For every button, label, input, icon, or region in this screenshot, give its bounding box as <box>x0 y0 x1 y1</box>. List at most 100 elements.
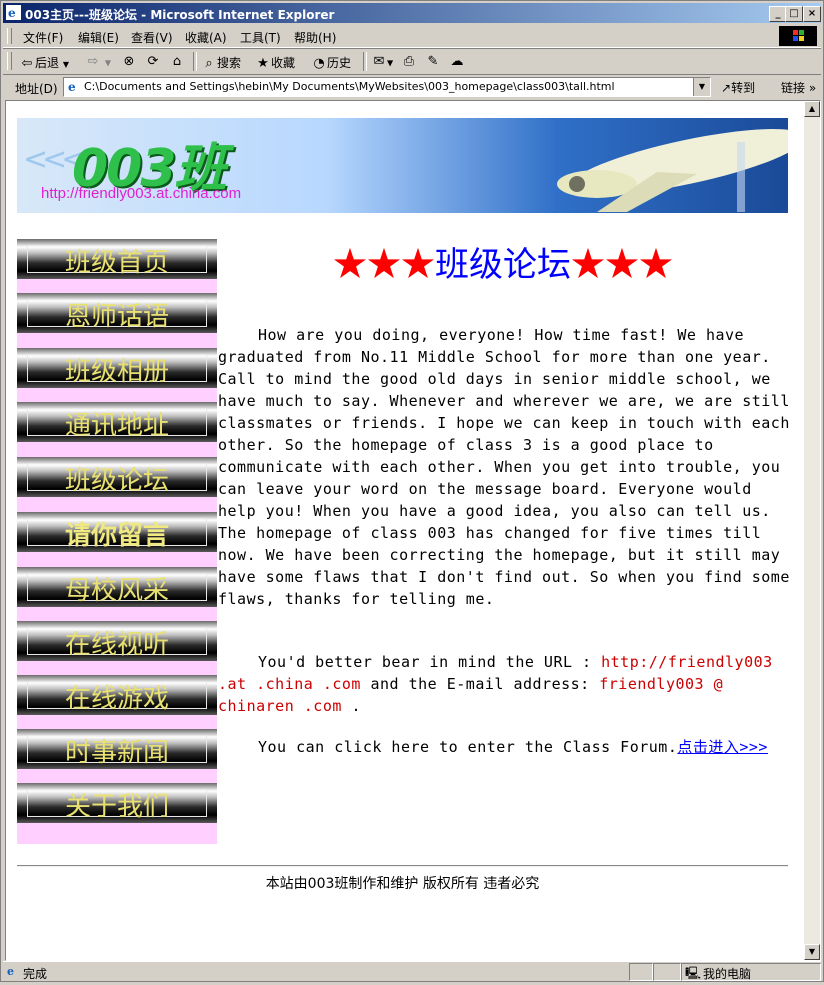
status-bar: e 完成 🖳 我的电脑 <box>3 961 821 982</box>
home-button[interactable]: ⌂ <box>169 54 185 70</box>
svg-text:e: e <box>8 6 16 20</box>
search-label: 搜索 <box>217 56 242 70</box>
stars-left: ★★★ <box>333 245 435 285</box>
discuss-button[interactable]: ☁ <box>449 54 465 70</box>
status-panel <box>629 963 653 981</box>
title-bar: e 003主页---班级论坛 - Microsoft Internet Expl… <box>3 3 821 23</box>
mail-button[interactable]: ✉ ▼ <box>371 54 394 70</box>
chevron-up-icon: ▲ <box>808 104 816 113</box>
chevron-down-icon: ▼ <box>387 58 394 68</box>
enter-forum-link[interactable]: 点击进入>>> <box>677 738 768 756</box>
discuss-icon: ☁ <box>450 54 464 69</box>
scroll-up-button[interactable]: ▲ <box>804 101 820 117</box>
toolbar-separator <box>193 52 197 71</box>
nav-item-home[interactable]: 班级首页 <box>17 239 217 279</box>
footer-divider <box>17 865 788 867</box>
nav-label: 时事新闻 <box>64 738 169 768</box>
chevron-down-icon: ▼ <box>808 947 816 956</box>
nav-item-address-book[interactable]: 通讯地址 <box>17 402 217 442</box>
nav-label: 恩师话语 <box>64 302 169 332</box>
go-label: 转到 <box>731 81 756 95</box>
vertical-scrollbar[interactable]: ▲ ▼ <box>804 101 820 960</box>
edit-button[interactable]: ✎ <box>425 54 441 70</box>
print-icon: ⎙ <box>403 54 415 69</box>
intro-paragraph: How are you doing, everyone! How time fa… <box>218 326 790 608</box>
nav-item-media[interactable]: 在线视听 <box>17 621 217 661</box>
menu-help[interactable]: 帮助(H) <box>294 29 336 46</box>
status-panel <box>653 963 681 981</box>
menu-file[interactable]: 文件(F) <box>23 29 63 46</box>
links-button[interactable]: 链接 » <box>781 79 816 96</box>
refresh-icon: ⟳ <box>147 54 159 69</box>
email-intro-text: and the E-mail address: <box>370 675 590 693</box>
stop-icon: ⊗ <box>123 54 135 69</box>
nav-label: 关于我们 <box>64 792 169 822</box>
nav-item-about[interactable]: 关于我们 <box>17 783 217 823</box>
url-paragraph: You'd better bear in mind the URL : http… <box>218 651 790 717</box>
url-intro-text: You'd better bear in mind the URL : <box>258 653 592 671</box>
nav-label: 请你留言 <box>64 521 169 551</box>
nav-label: 通讯地址 <box>64 411 169 441</box>
menu-bar: 文件(F) 编辑(E) 查看(V) 收藏(A) 工具(T) 帮助(H) <box>3 25 821 48</box>
nav-label: 班级首页 <box>64 248 169 278</box>
page-viewport: <<< 003班 http://friendly003.at.china.com… <box>5 100 821 961</box>
nav-item-album[interactable]: 班级相册 <box>17 348 217 388</box>
menu-edit[interactable]: 编辑(E) <box>78 29 119 46</box>
address-label: 地址(D) <box>15 82 58 96</box>
mail-icon: ✉ <box>373 54 385 69</box>
nav-label: 母校风采 <box>64 576 169 606</box>
nav-item-games[interactable]: 在线游戏 <box>17 675 217 715</box>
home-icon: ⌂ <box>172 54 182 69</box>
menu-view[interactable]: 查看(V) <box>131 29 173 46</box>
ie-icon: e <box>6 5 21 20</box>
stop-button[interactable]: ⊗ <box>121 54 137 70</box>
history-button[interactable]: ◔ 历史 <box>311 54 351 72</box>
print-button[interactable]: ⎙ <box>401 54 417 70</box>
chevron-down-icon: ▼ <box>698 82 706 91</box>
nav-item-news[interactable]: 时事新闻 <box>17 729 217 769</box>
search-button[interactable]: ⌕ 搜索 <box>201 54 241 72</box>
nav-item-guestbook[interactable]: 请你留言 <box>17 512 217 552</box>
nav-label: 在线游戏 <box>64 684 169 714</box>
favorites-icon: ★ <box>257 55 269 71</box>
menu-tools[interactable]: 工具(T) <box>240 29 281 46</box>
nav-item-forum[interactable]: 班级论坛 <box>17 457 217 497</box>
history-icon: ◔ <box>313 55 325 71</box>
forum-intro-text: You can click here to enter the Class Fo… <box>258 738 678 756</box>
scroll-down-button[interactable]: ▼ <box>804 944 820 960</box>
forward-arrow-icon: ⇨ <box>87 54 99 69</box>
airplane-image <box>557 129 788 212</box>
back-button[interactable]: ⇦ 后退 ▼ <box>19 54 69 72</box>
ie-page-icon: e <box>68 80 76 94</box>
sidebar-nav: 班级首页 恩师话语 班级相册 通讯地址 班级论坛 请你留言 母校风采 在线视听 … <box>17 239 217 844</box>
chevron-down-icon: ▼ <box>62 60 69 69</box>
close-button[interactable]: × <box>803 6 821 22</box>
nav-item-teacher-words[interactable]: 恩师话语 <box>17 293 217 333</box>
page-done-icon: e <box>7 965 14 978</box>
nav-item-school[interactable]: 母校风采 <box>17 567 217 607</box>
window-title: 003主页---班级论坛 - Microsoft Internet Explor… <box>25 8 335 22</box>
address-bar: 地址(D) e C:\Documents and Settings\hebin\… <box>3 74 821 99</box>
toolbar-grip <box>7 52 12 70</box>
favorites-button[interactable]: ★ 收藏 <box>255 54 295 72</box>
chevron-down-icon: ▼ <box>104 58 111 68</box>
history-label: 历史 <box>327 56 352 70</box>
svg-text:e: e <box>7 965 14 978</box>
page-title-text: 班级论坛 <box>435 245 571 285</box>
standard-toolbar: ⇦ 后退 ▼ ⇨ ▼ ⊗ ⟳ ⌂ ⌕ 搜索 ★ 收藏 ◔ 历史 ✉ ▼ ⎙ ✎ ☁ <box>3 48 821 75</box>
copyright-footer: 本站由003班制作和维护 版权所有 违者必究 <box>265 876 540 892</box>
go-arrow-icon: ↗ <box>721 81 732 95</box>
zone-text: 我的电脑 <box>703 967 752 981</box>
menu-favorites[interactable]: 收藏(A) <box>185 29 227 46</box>
edit-icon: ✎ <box>427 54 439 69</box>
maximize-button[interactable]: □ <box>785 6 803 22</box>
forward-button[interactable]: ⇨ ▼ <box>85 54 111 70</box>
address-dropdown-button[interactable]: ▼ <box>693 78 710 96</box>
go-button[interactable]: ↗转到 <box>721 79 755 96</box>
toolbar-grip <box>7 28 12 44</box>
address-input[interactable]: e C:\Documents and Settings\hebin\My Doc… <box>63 77 711 97</box>
stars-right: ★★★ <box>571 245 673 285</box>
refresh-button[interactable]: ⟳ <box>145 54 161 70</box>
search-icon: ⌕ <box>205 55 213 71</box>
site-banner: <<< 003班 http://friendly003.at.china.com <box>17 118 788 213</box>
